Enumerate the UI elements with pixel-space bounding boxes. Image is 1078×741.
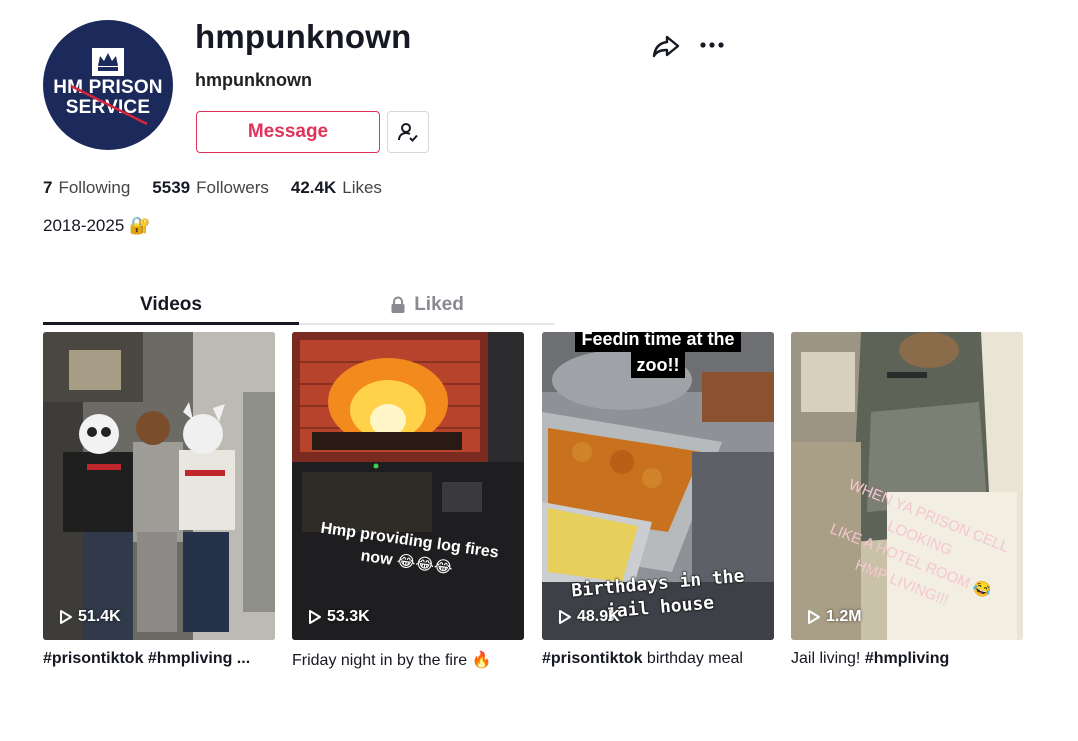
video-card[interactable]: Feedin time at the zoo!! Birthdays in th… — [542, 332, 774, 668]
video-caption: #prisontiktok birthday meal — [542, 650, 774, 668]
lock-icon — [391, 296, 405, 313]
strike-through-mark — [70, 84, 148, 126]
view-count: 51.4K — [59, 608, 121, 626]
caption-text: Jail living! — [791, 650, 865, 667]
video-thumbnail-image — [292, 332, 524, 640]
video-thumbnail[interactable]: 51.4K — [43, 332, 275, 640]
crown-crest-icon — [92, 48, 124, 76]
video-caption: Jail living! #hmpliving — [791, 650, 1023, 668]
caption-text: Friday night in by the fire 🔥 — [292, 652, 492, 669]
view-count: 53.3K — [308, 608, 370, 626]
play-icon — [559, 610, 571, 624]
caption-hashtags[interactable]: #prisontiktok — [542, 650, 642, 667]
tab-liked-label: Liked — [414, 294, 464, 315]
more-icon — [700, 42, 724, 48]
bio-text: 2018-2025 🔐 — [43, 216, 151, 235]
video-thumbnail[interactable]: WHEN YA PRISON CELL LOOKING LIKE A HOTEL… — [791, 332, 1023, 640]
view-count-value: 53.3K — [327, 608, 370, 625]
stat-followers[interactable]: 5539 Followers — [152, 178, 269, 198]
stat-label: Followers — [196, 178, 269, 197]
more-options-button[interactable] — [697, 32, 727, 58]
stat-label: Likes — [342, 178, 382, 197]
profile-tabs: Videos Liked — [43, 286, 555, 326]
message-button[interactable]: Message — [196, 111, 380, 153]
view-count-value: 1.2M — [826, 608, 862, 625]
stat-likes: 42.4K Likes — [291, 178, 382, 198]
video-card[interactable]: Hmp providing log fires now 😂😂😂 53.3K Fr… — [292, 332, 524, 670]
tab-videos-label: Videos — [140, 294, 202, 315]
user-check-icon — [398, 123, 418, 142]
video-card[interactable]: WHEN YA PRISON CELL LOOKING LIKE A HOTEL… — [791, 332, 1023, 668]
share-button[interactable] — [650, 32, 682, 60]
play-icon — [60, 610, 72, 624]
video-overlay-text-top: Feedin time at the zoo!! — [558, 332, 758, 378]
stat-following[interactable]: 7 Following — [43, 178, 130, 198]
video-card[interactable]: 51.4K #prisontiktok #hmpliving ... — [43, 332, 275, 668]
view-count: 1.2M — [807, 608, 862, 626]
video-caption: Friday night in by the fire 🔥 — [292, 650, 524, 670]
video-caption: #prisontiktok #hmpliving ... — [43, 650, 275, 668]
video-thumbnail-image — [43, 332, 275, 640]
tab-active-indicator — [43, 322, 299, 325]
stat-value: 5539 — [152, 178, 191, 197]
overlay-line: Feedin time at the — [575, 332, 741, 352]
profile-bio: 2018-2025 🔐 — [43, 216, 150, 236]
tab-videos[interactable]: Videos — [43, 286, 299, 324]
video-thumbnail[interactable]: Hmp providing log fires now 😂😂😂 53.3K — [292, 332, 524, 640]
play-icon — [808, 610, 820, 624]
profile-stats: 7 Following 5539 Followers 42.4K Likes — [43, 178, 382, 198]
stat-label: Following — [58, 178, 131, 197]
overlay-line: zoo!! — [630, 352, 686, 378]
follow-status-button[interactable] — [387, 111, 429, 153]
view-count: 48.9K — [558, 608, 620, 626]
caption-text: birthday meal — [642, 650, 743, 667]
view-count-value: 48.9K — [577, 608, 620, 625]
stat-value: 7 — [43, 178, 53, 197]
video-thumbnail[interactable]: Feedin time at the zoo!! Birthdays in th… — [542, 332, 774, 640]
caption-hashtags[interactable]: #prisontiktok #hmpliving ... — [43, 650, 250, 667]
profile-username: hmpunknown — [195, 18, 412, 55]
avatar[interactable]: HM PRISON SERVICE — [43, 20, 173, 150]
play-icon — [309, 610, 321, 624]
caption-hashtags[interactable]: #hmpliving — [865, 650, 949, 667]
stat-value: 42.4K — [290, 178, 337, 197]
share-icon — [652, 35, 680, 58]
view-count-value: 51.4K — [78, 608, 121, 625]
tab-liked[interactable]: Liked — [299, 286, 555, 324]
profile-nickname: hmpunknown — [195, 70, 312, 90]
